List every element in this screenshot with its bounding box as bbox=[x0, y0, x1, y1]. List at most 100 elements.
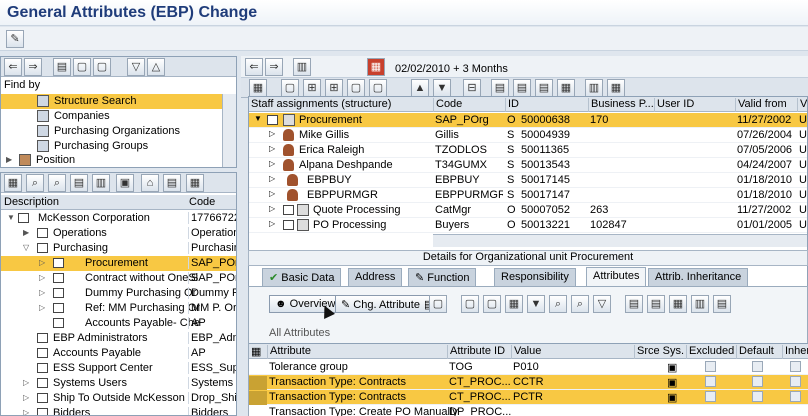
select-all-icon[interactable]: ▦ bbox=[505, 295, 523, 313]
horizontal-scrollbar[interactable] bbox=[433, 234, 807, 247]
find-item-companies[interactable]: Companies bbox=[1, 109, 222, 124]
grid-icon[interactable]: ▦ bbox=[4, 174, 22, 192]
tree-row[interactable]: ▷ Bidders Bidders bbox=[1, 406, 236, 415]
panel-icon[interactable]: ▥ bbox=[293, 58, 311, 76]
tab-attrib-inheritance[interactable]: Attrib. Inheritance bbox=[648, 268, 749, 286]
excluded-checkbox[interactable] bbox=[705, 376, 716, 387]
expand-arrow-icon[interactable]: ▷ bbox=[269, 189, 275, 198]
col-attribute[interactable]: Attribute bbox=[267, 345, 447, 359]
export-icon[interactable]: ▤ bbox=[535, 79, 553, 97]
inherited-checkbox[interactable] bbox=[790, 376, 801, 387]
columns-icon[interactable]: ▥ bbox=[585, 79, 603, 97]
expand-arrow-icon[interactable]: ▷ bbox=[269, 174, 275, 183]
col-code[interactable]: Code bbox=[433, 98, 505, 112]
insert-icon[interactable]: ▢ bbox=[461, 295, 479, 313]
table-row[interactable]: ▷ Alpana Deshpande T34GUMX S 50013543 04… bbox=[249, 158, 807, 173]
copy-icon[interactable]: ▢ bbox=[347, 79, 365, 97]
expand-arrow-icon[interactable]: ▷ bbox=[269, 159, 275, 168]
expand-arrow-icon[interactable]: ▷ bbox=[39, 288, 45, 297]
find-item-structure-search[interactable]: Structure Search bbox=[1, 94, 222, 109]
col-excluded[interactable]: Excluded bbox=[686, 345, 736, 359]
sort-icon[interactable]: ▼ bbox=[527, 295, 545, 313]
tree-row[interactable]: ▽ Purchasing Purchasin bbox=[1, 241, 236, 256]
default-checkbox[interactable] bbox=[752, 391, 763, 402]
tree-row[interactable]: ▼ McKesson Corporation 17766722 bbox=[1, 211, 236, 226]
copy-icon[interactable]: ▢ bbox=[73, 58, 91, 76]
doc-icon[interactable]: ▤ bbox=[53, 58, 71, 76]
tree-row[interactable]: EBP Administrators EBP_Adm bbox=[1, 331, 236, 346]
row-selector[interactable] bbox=[249, 376, 267, 390]
expand-arrow-icon[interactable]: ▷ bbox=[39, 303, 45, 312]
expand-arrow-icon[interactable]: ▶ bbox=[23, 228, 29, 237]
expand-arrow-icon[interactable]: ▷ bbox=[269, 219, 275, 228]
print-icon[interactable]: ▤ bbox=[625, 295, 643, 313]
home-icon[interactable]: ⌂ bbox=[141, 174, 159, 192]
inherited-checkbox[interactable] bbox=[790, 361, 801, 372]
relate-icon[interactable]: ⊞ bbox=[325, 79, 343, 97]
collapse-icon[interactable]: ▽ bbox=[127, 58, 145, 76]
table-icon[interactable]: ▦ bbox=[607, 79, 625, 97]
expand-arrow-icon[interactable]: ▷ bbox=[23, 393, 29, 402]
col-inherited[interactable]: Inheri bbox=[782, 345, 808, 359]
col-business-partner[interactable]: Business P... bbox=[588, 98, 654, 112]
forward-arrow-icon[interactable]: ⇒ bbox=[24, 58, 42, 76]
select-icon[interactable]: ▦ bbox=[557, 79, 575, 97]
table-row[interactable]: Transaction Type: Create PO Manually DP_… bbox=[249, 405, 808, 416]
expand-arrow-icon[interactable]: ▷ bbox=[23, 408, 29, 415]
tree-row[interactable]: ESS Support CenterESS_Supp bbox=[1, 361, 236, 376]
tree-row[interactable]: ▷Ref: MM Purchasing OrMM P. Org bbox=[1, 301, 236, 316]
col-attribute-id[interactable]: Attribute ID bbox=[447, 345, 511, 359]
excluded-checkbox[interactable] bbox=[705, 361, 716, 372]
expand-arrow-icon[interactable]: ▶ bbox=[6, 155, 12, 164]
expand-arrow-icon[interactable]: ▷ bbox=[23, 378, 29, 387]
table-row[interactable]: Transaction Type: Contracts CT_PROC... P… bbox=[249, 390, 808, 405]
col-user-id[interactable]: User ID bbox=[654, 98, 735, 112]
layout-icon[interactable]: ▤ bbox=[513, 79, 531, 97]
default-checkbox[interactable] bbox=[752, 361, 763, 372]
expand-arrow-icon[interactable]: ▷ bbox=[39, 273, 45, 282]
col-value[interactable]: Value bbox=[511, 345, 634, 359]
layout-icon[interactable]: ▥ bbox=[691, 295, 709, 313]
col-default[interactable]: Default bbox=[736, 345, 782, 359]
tree-row[interactable]: ▷Ship To Outside McKessonDrop_Ship bbox=[1, 391, 236, 406]
calendar-icon[interactable]: ▦ bbox=[367, 58, 385, 76]
expand-arrow-icon[interactable]: ▷ bbox=[269, 144, 275, 153]
col-staff[interactable]: Staff assignments (structure) bbox=[249, 98, 433, 112]
assign-icon[interactable]: ⊞ bbox=[303, 79, 321, 97]
find-icon[interactable]: ⌕ bbox=[26, 174, 44, 192]
change-attribute-button[interactable]: ✎ Chg. Attribute▤ bbox=[335, 295, 441, 313]
collapse-arrow-icon[interactable]: ▼ bbox=[254, 114, 262, 123]
table-row[interactable]: Transaction Type: Contracts CT_PROC... C… bbox=[249, 375, 808, 390]
table-row[interactable]: ▷ Erica Raleigh TZODLOS S 50011365 07/05… bbox=[249, 143, 807, 158]
table-row[interactable]: ▷ EBPPURMGR EBPPURMGR S 50017147 01/18/2… bbox=[249, 188, 807, 203]
tree-row[interactable]: Accounts Payable AP bbox=[1, 346, 236, 361]
table-row[interactable]: ▷ PO Processing Buyers O 50013221 102847… bbox=[249, 218, 807, 233]
row-selector[interactable] bbox=[249, 391, 267, 405]
export-icon[interactable]: ▤ bbox=[647, 295, 665, 313]
back-arrow-icon[interactable]: ⇐ bbox=[245, 58, 263, 76]
col-code[interactable]: Code bbox=[189, 196, 215, 208]
create-icon[interactable]: ▢ bbox=[281, 79, 299, 97]
save-icon[interactable]: ▣ bbox=[116, 174, 134, 192]
collapse-arrow-icon[interactable]: ▼ bbox=[7, 213, 15, 222]
col-description[interactable]: Description bbox=[4, 196, 59, 208]
tab-function[interactable]: ✎ Function bbox=[408, 268, 477, 286]
collapse-arrow-icon[interactable]: ▽ bbox=[23, 243, 29, 252]
inherited-checkbox[interactable] bbox=[790, 391, 801, 402]
tab-responsibility[interactable]: Responsibility bbox=[494, 268, 576, 286]
move-down-icon[interactable]: ▼ bbox=[433, 79, 451, 97]
col-valid-to[interactable]: V... bbox=[797, 98, 807, 112]
expand-arrow-icon[interactable]: ▷ bbox=[269, 129, 275, 138]
structure-icon[interactable]: ⊟ bbox=[463, 79, 481, 97]
find-icon[interactable]: ⌕ bbox=[549, 295, 567, 313]
col-source-system[interactable]: Srce Sys. bbox=[634, 345, 686, 359]
print-icon[interactable]: ▤ bbox=[491, 79, 509, 97]
find-item-purchasing-groups[interactable]: Purchasing Groups bbox=[1, 139, 222, 154]
forward-arrow-icon[interactable]: ⇒ bbox=[265, 58, 283, 76]
excluded-checkbox[interactable] bbox=[705, 391, 716, 402]
expand-arrow-icon[interactable]: ▷ bbox=[269, 204, 275, 213]
back-arrow-icon[interactable]: ⇐ bbox=[4, 58, 22, 76]
tab-basic-data[interactable]: ✔ Basic Data bbox=[262, 268, 342, 286]
tree-row[interactable]: ▷ Systems Users Systems bbox=[1, 376, 236, 391]
table-icon[interactable]: ▤ bbox=[70, 174, 88, 192]
